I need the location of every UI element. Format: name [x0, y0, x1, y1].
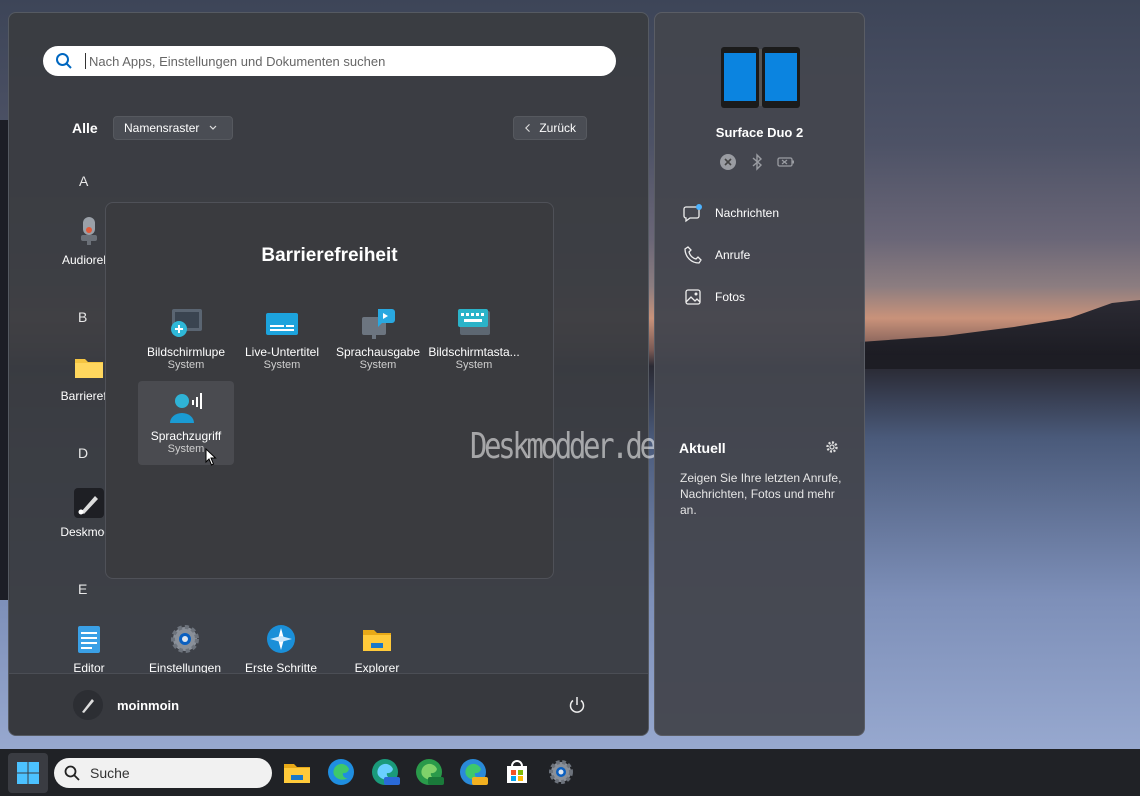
live-captions-icon — [264, 307, 300, 341]
app-erste-schritte[interactable]: Erste Schritte — [237, 623, 325, 675]
brush-avatar-icon — [82, 699, 94, 713]
taskbar-search[interactable]: Suche — [54, 758, 272, 788]
app-category: System — [167, 443, 205, 455]
settings-taskbar-icon[interactable] — [546, 757, 576, 787]
on-screen-keyboard-icon — [456, 307, 492, 341]
app-name: Bildschirmlupe — [146, 345, 226, 359]
device-status — [719, 153, 795, 171]
microphone-icon — [73, 215, 105, 247]
folder-popup-barrierefreiheit: Barrierefreiheit Bildschirmlupe System L… — [105, 202, 554, 579]
letter-header-b[interactable]: B — [78, 309, 87, 325]
phone-item-nachrichten[interactable]: Nachrichten — [683, 203, 779, 223]
back-label: Zurück — [539, 121, 576, 135]
bluetooth-icon[interactable] — [751, 153, 763, 171]
phone-item-label: Anrufe — [715, 248, 751, 262]
power-button[interactable] — [567, 695, 587, 715]
search-icon — [43, 52, 85, 70]
settings-gear-icon — [169, 623, 201, 655]
all-apps-title: Alle — [72, 120, 98, 136]
view-mode-label: Namensraster — [124, 121, 200, 135]
device-name: Surface Duo 2 — [715, 125, 804, 140]
photos-icon — [683, 287, 703, 307]
disconnected-icon[interactable] — [719, 153, 737, 171]
wallpaper-shore — [860, 355, 1140, 369]
recent-settings-button[interactable] — [825, 440, 839, 459]
get-started-icon — [265, 623, 297, 655]
phone-link-panel: Surface Duo 2 Nachrichten Anrufe Fotos A… — [654, 12, 865, 736]
phone-call-icon — [683, 245, 703, 265]
notepad-icon — [73, 623, 105, 655]
phone-item-anrufe[interactable]: Anrufe — [683, 245, 750, 265]
taskbar: Suche — [0, 749, 1140, 796]
app-name: Sprachzugriff — [150, 429, 222, 443]
app-category: System — [359, 359, 397, 371]
start-button[interactable] — [8, 753, 48, 793]
edge-beta-icon[interactable] — [370, 757, 400, 787]
watermark-text: Deskmodder.de — [470, 426, 657, 467]
file-explorer-icon — [361, 623, 393, 655]
back-button[interactable]: Zurück — [513, 116, 587, 140]
letter-header-d[interactable]: D — [78, 445, 88, 461]
edge-dev-icon[interactable] — [414, 757, 444, 787]
taskbar-search-label: Suche — [90, 765, 130, 781]
wallpaper-mountain — [860, 300, 1140, 360]
folder-icon — [73, 351, 105, 383]
recent-section-title: Aktuell — [679, 440, 726, 456]
file-explorer-taskbar-icon[interactable] — [282, 757, 312, 787]
magnifier-icon — [168, 307, 204, 341]
app-sprachzugriff[interactable]: Sprachzugriff System — [138, 381, 234, 465]
app-category: System — [455, 359, 493, 371]
app-explorer[interactable]: Explorer — [333, 623, 421, 675]
letter-header-a[interactable]: A — [79, 173, 88, 189]
app-name: Live-Untertitel — [244, 345, 320, 359]
battery-icon[interactable] — [777, 153, 795, 171]
surface-duo-device-icon — [721, 47, 800, 108]
app-name: Sprachausgabe — [335, 345, 421, 359]
user-name[interactable]: moinmoin — [117, 698, 179, 713]
microsoft-store-icon[interactable] — [502, 757, 532, 787]
narrator-icon — [360, 307, 396, 341]
messages-icon — [683, 203, 703, 223]
letter-header-e[interactable]: E — [78, 581, 87, 597]
phone-item-label: Fotos — [715, 290, 746, 304]
search-icon — [54, 765, 90, 781]
user-avatar[interactable] — [73, 690, 103, 720]
chevron-left-icon — [525, 123, 530, 133]
recent-section-description: Zeigen Sie Ihre letzten Anrufe, Nachrich… — [680, 471, 842, 517]
voice-access-icon — [168, 391, 204, 425]
edge-canary-icon[interactable] — [458, 757, 488, 787]
app-sprachausgabe[interactable]: Sprachausgabe System — [330, 297, 426, 381]
edge-icon[interactable] — [326, 757, 356, 787]
search-box[interactable]: Nach Apps, Einstellungen und Dokumenten … — [43, 46, 616, 76]
app-live-untertitel[interactable]: Live-Untertitel System — [234, 297, 330, 381]
app-name: Bildschirmtasta... — [428, 345, 520, 359]
phone-item-label: Nachrichten — [715, 206, 780, 220]
app-bildschirmlupe[interactable]: Bildschirmlupe System — [138, 297, 234, 381]
start-menu: Nach Apps, Einstellungen und Dokumenten … — [8, 12, 649, 736]
app-category: System — [263, 359, 301, 371]
app-einstellungen[interactable]: Einstellungen — [141, 623, 229, 675]
app-bildschirmtastatur[interactable]: Bildschirmtasta... System — [426, 297, 522, 381]
brush-icon — [73, 487, 105, 519]
start-footer: moinmoin — [9, 673, 648, 735]
windows-logo-icon — [17, 762, 39, 784]
search-input[interactable]: Nach Apps, Einstellungen und Dokumenten … — [89, 54, 385, 69]
view-mode-button[interactable]: Namensraster — [113, 116, 233, 140]
text-caret — [85, 53, 86, 69]
app-editor[interactable]: Editor — [45, 623, 133, 675]
chevron-down-icon — [209, 125, 217, 130]
mouse-cursor-icon — [205, 447, 217, 471]
folder-title[interactable]: Barrierefreiheit — [106, 245, 553, 267]
gear-icon — [826, 441, 838, 453]
phone-item-fotos[interactable]: Fotos — [683, 287, 745, 307]
app-category: System — [167, 359, 205, 371]
power-icon — [569, 697, 585, 713]
